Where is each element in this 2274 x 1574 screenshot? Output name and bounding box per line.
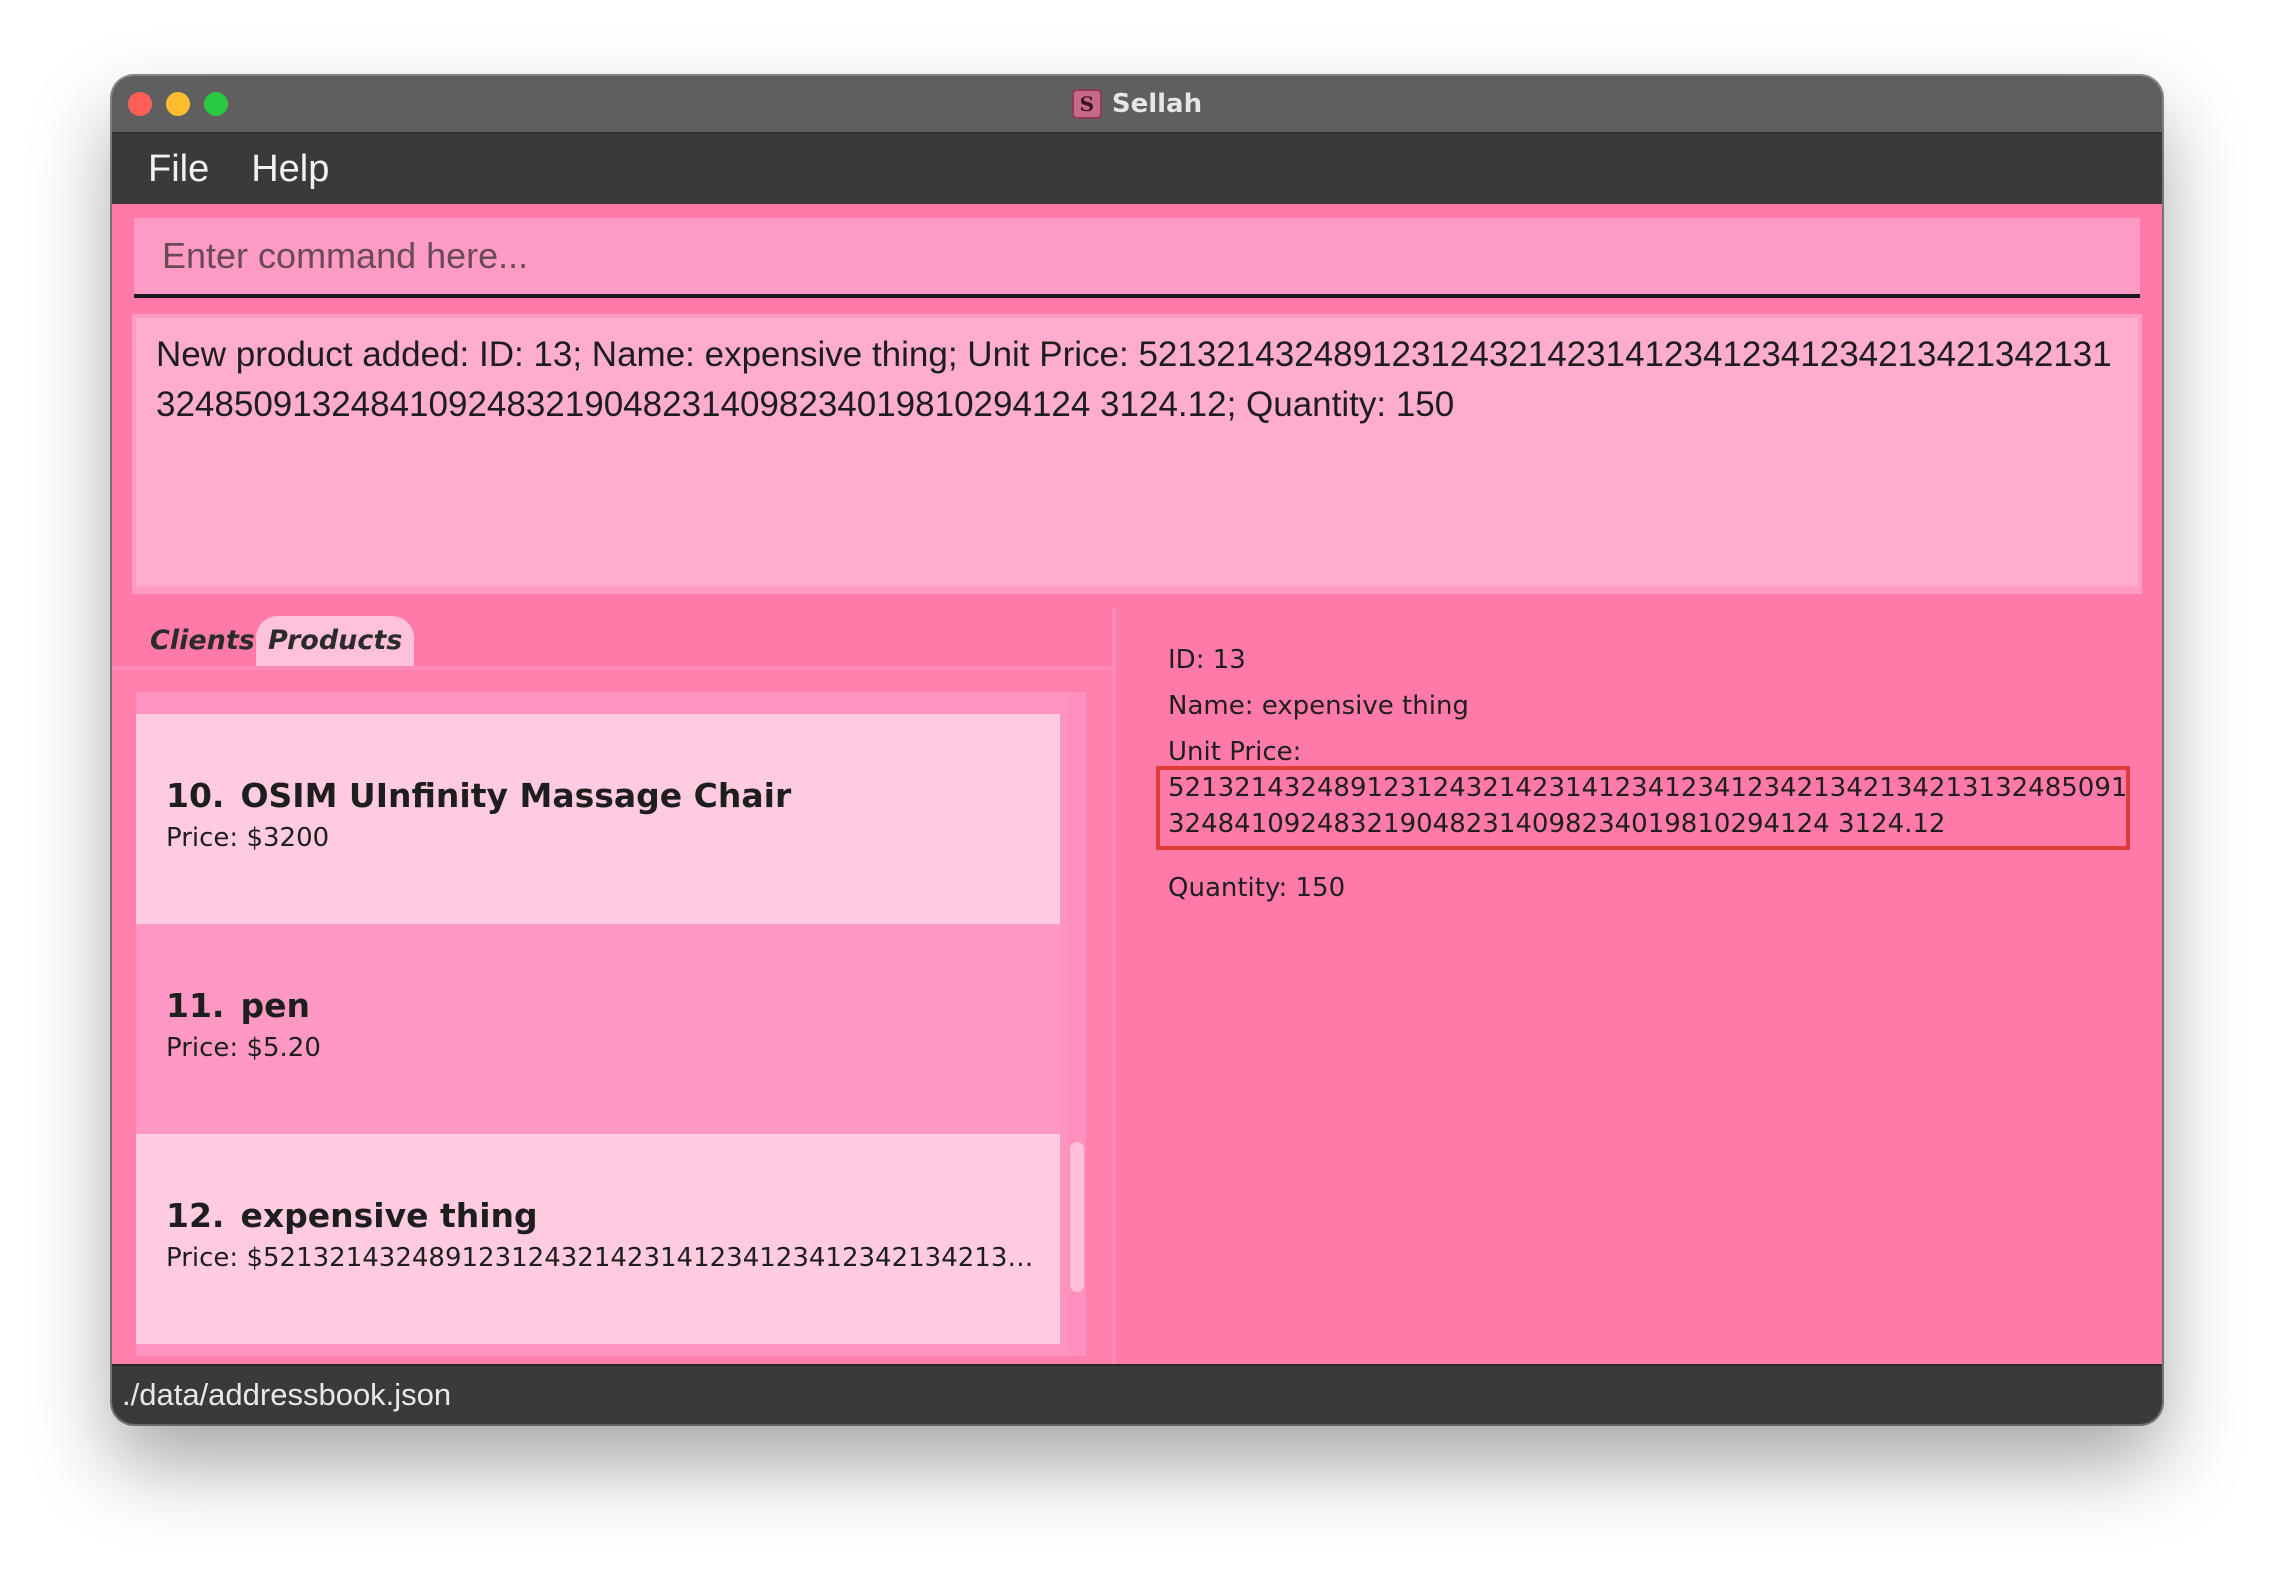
status-bar: ./data/addressbook.json (112, 1364, 2162, 1424)
list-scrollbar[interactable] (1068, 692, 1086, 1356)
product-title: 12. expensive thing (166, 1194, 1030, 1238)
main-content: New product added: ID: 13; Name: expensi… (112, 204, 2162, 1366)
title-group: S Sellah (112, 76, 2162, 132)
detail-unit-price-label: Unit Price: (1168, 737, 1302, 767)
command-box (134, 218, 2140, 298)
product-name: OSIM UInfinity Massage Chair (240, 776, 792, 815)
tab-bar: Clients Products (112, 608, 1112, 670)
product-list[interactable]: 10. OSIM UInfinity Massage Chair Price: $… (136, 692, 1086, 1356)
command-input[interactable] (134, 218, 2140, 294)
product-index: 10. (166, 776, 225, 815)
product-price: Price: $5.20 (166, 1033, 321, 1063)
result-message: New product added: ID: 13; Name: expensi… (136, 318, 2138, 586)
detail-unit-price-value: 5213214324891231243214231412341234123421… (1168, 773, 2128, 839)
product-price: Price: $3200 (166, 823, 330, 853)
product-title: 11. pen (166, 984, 1030, 1028)
window-title: Sellah (1111, 89, 1203, 119)
product-name: expensive thing (240, 1196, 538, 1235)
product-list-viewport: 10. OSIM UInfinity Massage Chair Price: $… (136, 714, 1060, 1344)
menu-help[interactable]: Help (251, 148, 329, 191)
product-title: 10. OSIM UInfinity Massage Chair (166, 774, 1030, 818)
list-panel: Clients Products 10. OSIM UInfinity Massa… (112, 608, 1112, 1366)
menu-file[interactable]: File (148, 148, 209, 191)
product-name: pen (240, 986, 310, 1025)
result-display: New product added: ID: 13; Name: expensi… (132, 314, 2142, 594)
tab-clients[interactable]: Clients (138, 616, 267, 666)
product-index: 12. (166, 1196, 225, 1235)
app-icon: S (1071, 89, 1102, 119)
product-card[interactable]: 10. OSIM UInfinity Massage Chair Price: $… (136, 714, 1060, 924)
detail-panel: ID: 13 Name: expensive thing Unit Price:… (1116, 608, 2162, 1366)
menu-bar: File Help (112, 134, 2162, 204)
product-index: 11. (166, 986, 225, 1025)
product-card[interactable]: 11. pen Price: $5.20 (136, 924, 1060, 1134)
title-bar: S Sellah (112, 76, 2162, 134)
detail-name: Name: expensive thing (1168, 691, 1469, 721)
status-file-path: ./data/addressbook.json (122, 1377, 452, 1412)
tab-products[interactable]: Products (256, 616, 415, 666)
scrollbar-thumb[interactable] (1070, 1142, 1084, 1292)
product-card[interactable]: 12. expensive thing Price: $5213214324891… (136, 1134, 1060, 1344)
detail-id: ID: 13 (1168, 645, 1246, 675)
app-window: S Sellah File Help New product added: ID… (112, 76, 2162, 1424)
product-price: Price: $52132143248912312432142314123412… (166, 1243, 1036, 1273)
detail-quantity: Quantity: 150 (1168, 873, 1346, 903)
